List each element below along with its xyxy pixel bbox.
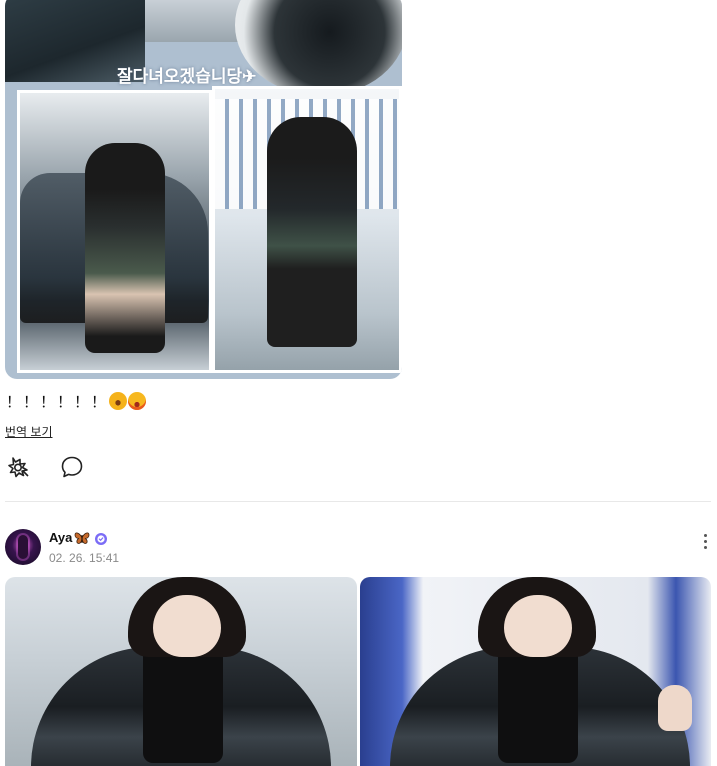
hushed-face-emoji — [109, 392, 128, 410]
star-struck-emoji — [128, 392, 147, 410]
photo-hand — [658, 685, 692, 731]
verified-badge-icon — [95, 532, 107, 545]
like-burst-icon[interactable] — [6, 454, 32, 480]
collage-photo-right — [212, 86, 402, 373]
post-photo-1[interactable] — [5, 577, 357, 766]
translate-link[interactable]: 번역 보기 — [5, 423, 53, 440]
post-text: ！！！！！！ — [6, 391, 147, 412]
post-text-content: ！！！！！！ — [6, 394, 109, 411]
photo-face — [504, 595, 572, 657]
photo-collar — [498, 643, 578, 763]
avatar[interactable] — [5, 529, 41, 565]
butterfly-icon — [74, 531, 90, 546]
more-vertical-icon[interactable] — [700, 532, 712, 552]
photo-face — [153, 595, 221, 657]
post-divider — [5, 501, 711, 502]
collage-photo-circle — [235, 0, 402, 96]
collage-photo-top-middle — [145, 0, 240, 42]
collage-person-left — [85, 143, 165, 353]
comment-bubble-icon[interactable] — [59, 454, 85, 480]
post-photo-2[interactable] — [360, 577, 711, 766]
feed-page: 잘다녀오겠습니당✈ ！！！！！！ 번역 보기 Aya 02. 26. 15:41 — [0, 0, 717, 766]
collage-person-right — [267, 117, 357, 347]
author-name[interactable]: Aya — [49, 530, 72, 545]
post-image-collage[interactable]: 잘다녀오겠습니당✈ — [5, 0, 402, 379]
post-date: 02. 26. 15:41 — [49, 551, 120, 565]
post-photo-grid — [5, 577, 711, 766]
collage-caption: 잘다녀오겠습니당✈ — [117, 67, 257, 86]
collage-photo-left — [17, 90, 212, 373]
photo-collar — [143, 643, 223, 763]
